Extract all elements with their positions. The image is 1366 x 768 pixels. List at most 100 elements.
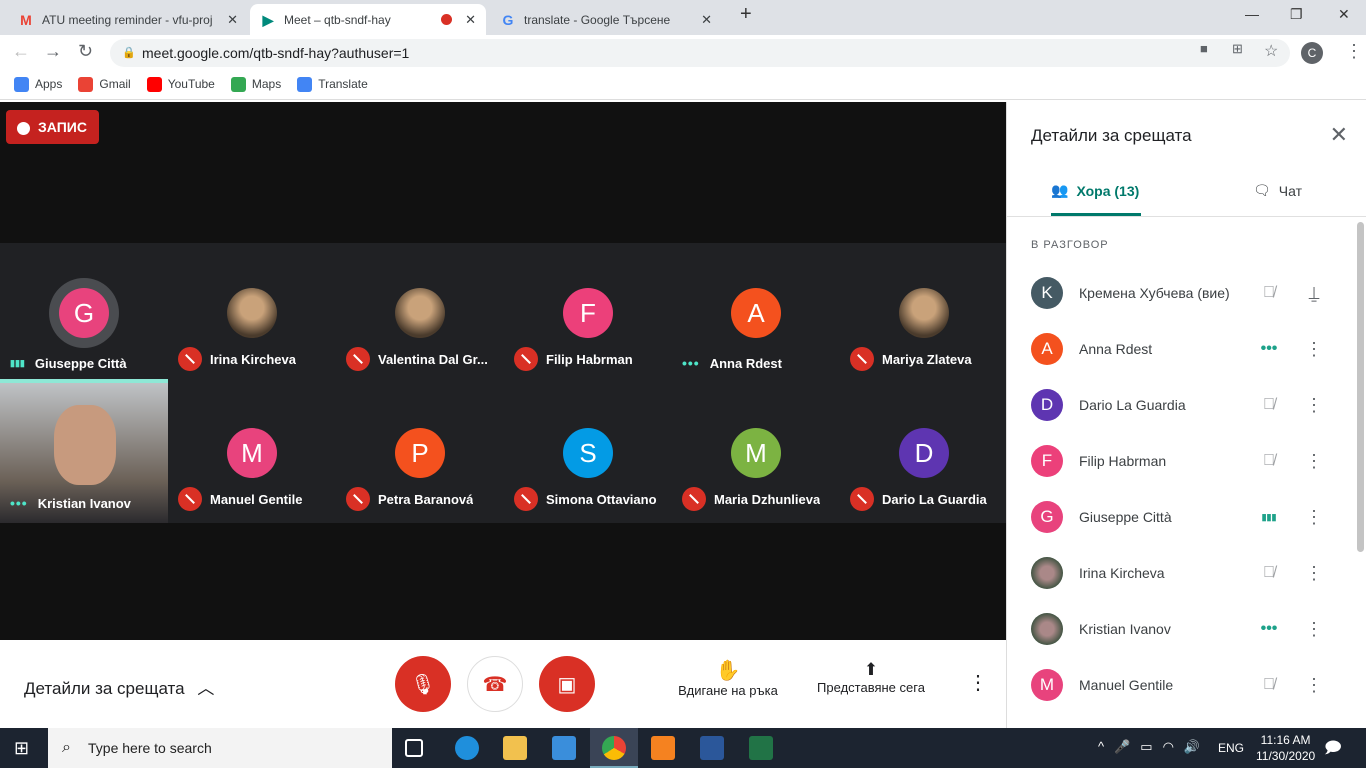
notifications-icon[interactable]: 🗩 — [1324, 737, 1342, 764]
participant-tile[interactable]: ••• Kristian Ivanov — [0, 383, 168, 523]
pdf-app-icon[interactable] — [651, 736, 675, 760]
participant-tile[interactable]: M Maria Dzhunlieva — [672, 383, 840, 523]
system-tray-icons[interactable]: ^🎤▭◠🔊 — [1098, 739, 1210, 755]
mic-off-icon: 🎙̸ — [1263, 396, 1275, 413]
forward-button[interactable]: → — [44, 41, 62, 62]
menu-icon[interactable]: ⋮ — [1345, 41, 1363, 62]
participant-tile[interactable]: P Petra Baranová — [336, 383, 504, 523]
participant-list-item[interactable]: Irina Kircheva 🎙̸ ⋮ — [1031, 545, 1351, 601]
close-window-button[interactable]: ✕ — [1338, 6, 1350, 23]
present-now-button[interactable]: ⬆ Представяне сега — [810, 660, 932, 695]
participant-tile[interactable]: S Simona Ottaviano — [504, 383, 672, 523]
participant-tile[interactable]: G ▮▮▮ Giuseppe Città — [0, 243, 168, 383]
name-text: Petra Baranová — [378, 491, 474, 507]
close-tab-icon[interactable]: ✕ — [227, 12, 238, 28]
bookmark-label: Translate — [318, 76, 368, 91]
speaking-icon: ▮▮▮ — [10, 358, 25, 368]
section-label: В РАЗГОВОР — [1031, 239, 1109, 251]
name-text: Anna Rdest — [709, 355, 782, 371]
mic-off-icon — [178, 487, 202, 511]
more-options-button[interactable]: ⋮ — [1289, 451, 1339, 472]
start-button[interactable]: ⊞ — [14, 738, 29, 759]
profile-avatar[interactable]: C — [1301, 42, 1323, 64]
participant-name: Manuel Gentile — [178, 487, 302, 511]
close-panel-button[interactable]: ✕ — [1330, 122, 1348, 148]
mic-off-button[interactable]: 🎙 — [395, 656, 451, 712]
participant-name: ••• Kristian Ivanov — [10, 495, 131, 511]
participant-name: ▮▮▮ Giuseppe Città — [10, 356, 127, 371]
edge-icon[interactable] — [455, 736, 479, 760]
people-icon: 👥 — [1051, 182, 1069, 198]
address-bar-row: ← → ↻ 🔒 meet.google.com/qtb-sndf-hay?auth… — [0, 35, 1366, 70]
participant-tile[interactable]: Irina Kircheva — [168, 243, 336, 383]
pin-button[interactable]: ⍊ — [1289, 283, 1339, 304]
browser-tab[interactable]: Gtranslate - Google Търсене ✕ — [490, 4, 722, 35]
more-options-button[interactable]: ⋮ — [1289, 395, 1339, 416]
more-options-button[interactable]: ⋮ — [1289, 675, 1339, 696]
store-icon[interactable] — [552, 736, 576, 760]
participant-tile[interactable]: D Dario La Guardia — [840, 383, 1008, 523]
reload-button[interactable]: ↻ — [78, 41, 93, 62]
participant-tile[interactable]: Valentina Dal Gr... — [336, 243, 504, 383]
url-input[interactable]: 🔒 meet.google.com/qtb-sndf-hay?authuser=1 — [110, 39, 1290, 67]
participant-list-item[interactable]: Kristian Ivanov ••• ⋮ — [1031, 601, 1351, 657]
clock[interactable]: 11:16 AM 11/30/2020 — [1256, 732, 1315, 764]
mic-off-icon — [346, 347, 370, 371]
participant-tile[interactable]: A ••• Anna Rdest — [672, 243, 840, 383]
close-tab-icon[interactable]: ✕ — [465, 12, 476, 28]
camera-off-button[interactable]: ▣ — [539, 656, 595, 712]
word-icon[interactable] — [700, 736, 724, 760]
participant-list-item[interactable]: M Manuel Gentile 🎙̸ ⋮ — [1031, 657, 1351, 713]
browser-tab[interactable]: M ATU meeting reminder - vfu-proj ✕ — [8, 4, 248, 35]
task-view-icon[interactable] — [405, 739, 423, 757]
participant-list-item[interactable]: K Кремена Хубчева (вие) 🎙̸ ⍊ — [1031, 265, 1351, 321]
name-text: Mariya Zlateva — [882, 351, 972, 367]
maximize-button[interactable]: ❐ — [1290, 6, 1303, 23]
recording-icon — [441, 14, 452, 25]
bookmark-youtube[interactable]: YouTube — [146, 77, 215, 93]
more-options-button[interactable]: ⋮ — [1289, 339, 1339, 360]
meeting-details-button[interactable]: Детайли за срещата ︿ — [24, 674, 214, 699]
name-text: Filip Habrman — [546, 351, 633, 367]
raise-hand-button[interactable]: ✋ Вдигане на ръка — [670, 658, 786, 698]
bookmark-gmail[interactable]: Gmail — [78, 77, 131, 93]
more-options-button[interactable]: ⋮ — [1289, 619, 1339, 640]
tab-people[interactable]: 👥 Хора (13) — [1051, 182, 1139, 199]
star-icon[interactable]: ☆ — [1264, 41, 1278, 61]
participant-list-item[interactable]: F Filip Habrman 🎙̸ ⋮ — [1031, 433, 1351, 489]
excel-icon[interactable] — [749, 736, 773, 760]
gmail-icon: M — [20, 11, 32, 28]
language-indicator[interactable]: ENG — [1218, 741, 1244, 755]
scrollbar[interactable] — [1357, 222, 1364, 552]
file-explorer-icon[interactable] — [503, 736, 527, 760]
taskbar-search[interactable]: ⌕ Type here to search — [48, 728, 392, 768]
browser-tab[interactable]: ▶ Meet – qtb-sndf-hay ✕ — [250, 4, 486, 35]
translate-icon[interactable]: ⊞ — [1232, 41, 1243, 57]
bookmark-translate[interactable]: Translate — [297, 76, 368, 93]
participant-tile[interactable]: Mariya Zlateva — [840, 243, 1008, 383]
chrome-taskbar-button[interactable] — [590, 728, 638, 768]
bookmark-maps[interactable]: Maps — [230, 77, 281, 93]
participant-list-item[interactable]: D Dario La Guardia 🎙̸ ⋮ — [1031, 377, 1351, 433]
more-options-button[interactable]: ⋮ — [1289, 507, 1339, 528]
hand-icon: ✋ — [715, 660, 741, 682]
participant-list-item[interactable]: A Anna Rdest ••• ⋮ — [1031, 321, 1351, 377]
participant-name: ••• Anna Rdest — [682, 355, 782, 371]
bookmark-apps[interactable]: Apps — [14, 77, 62, 93]
minimize-button[interactable]: — — [1245, 6, 1259, 22]
participant-tile[interactable]: M Manuel Gentile — [168, 383, 336, 523]
camera-icon[interactable]: ■ — [1200, 41, 1208, 56]
new-tab-button[interactable]: + — [740, 3, 752, 26]
avatar: M — [227, 428, 277, 478]
more-options-button[interactable]: ⋮ — [968, 670, 988, 695]
name-text: Irina Kircheva — [210, 351, 296, 367]
participant-list-item[interactable]: G Giuseppe Città ▮▮▮ ⋮ — [1031, 489, 1351, 545]
leave-call-button[interactable]: ☎ — [467, 656, 523, 712]
more-dots-icon: ••• — [1260, 620, 1278, 637]
tab-chat[interactable]: 🗨 Чат — [1253, 182, 1302, 199]
more-options-button[interactable]: ⋮ — [1289, 563, 1339, 584]
participant-tile[interactable]: F Filip Habrman — [504, 243, 672, 383]
participant-name: Simona Ottaviano — [514, 487, 657, 511]
back-button[interactable]: ← — [12, 41, 30, 62]
close-tab-icon[interactable]: ✕ — [701, 12, 712, 28]
